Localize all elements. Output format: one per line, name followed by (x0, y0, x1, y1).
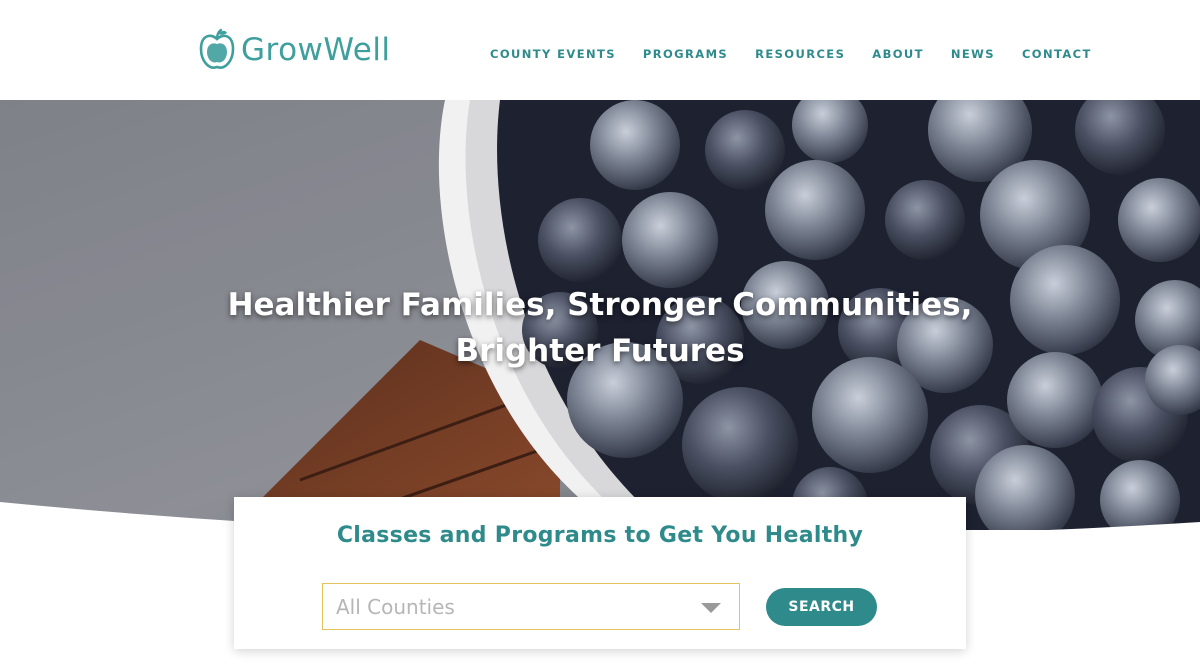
site-header: GrowWell COUNTY EVENTS PROGRAMS RESOURCE… (0, 0, 1200, 100)
county-select[interactable]: All Counties (322, 583, 740, 630)
hero-banner: Healthier Families, Stronger Communities… (0, 100, 1200, 530)
logo[interactable]: GrowWell (197, 26, 391, 74)
card-title: Classes and Programs to Get You Healthy (336, 523, 864, 548)
nav-contact[interactable]: CONTACT (1022, 44, 1092, 64)
county-select-value: All Counties (336, 595, 455, 619)
chevron-down-icon (701, 603, 721, 613)
nav-news[interactable]: NEWS (951, 44, 995, 64)
brand-name: GrowWell (241, 32, 391, 68)
hero-title: Healthier Families, Stronger Communities… (0, 282, 1200, 374)
apple-icon (199, 28, 235, 69)
nav-programs[interactable]: PROGRAMS (643, 44, 728, 64)
hero-title-line2: Brighter Futures (455, 333, 745, 369)
nav-about[interactable]: ABOUT (872, 44, 924, 64)
main-nav: COUNTY EVENTS PROGRAMS RESOURCES ABOUT N… (490, 44, 1119, 64)
nav-county-events[interactable]: COUNTY EVENTS (490, 44, 616, 64)
nav-resources[interactable]: RESOURCES (755, 44, 845, 64)
hero-title-line1: Healthier Families, Stronger Communities… (227, 287, 973, 323)
program-search-card: Classes and Programs to Get You Healthy … (234, 497, 966, 649)
search-button[interactable]: SEARCH (766, 588, 877, 626)
